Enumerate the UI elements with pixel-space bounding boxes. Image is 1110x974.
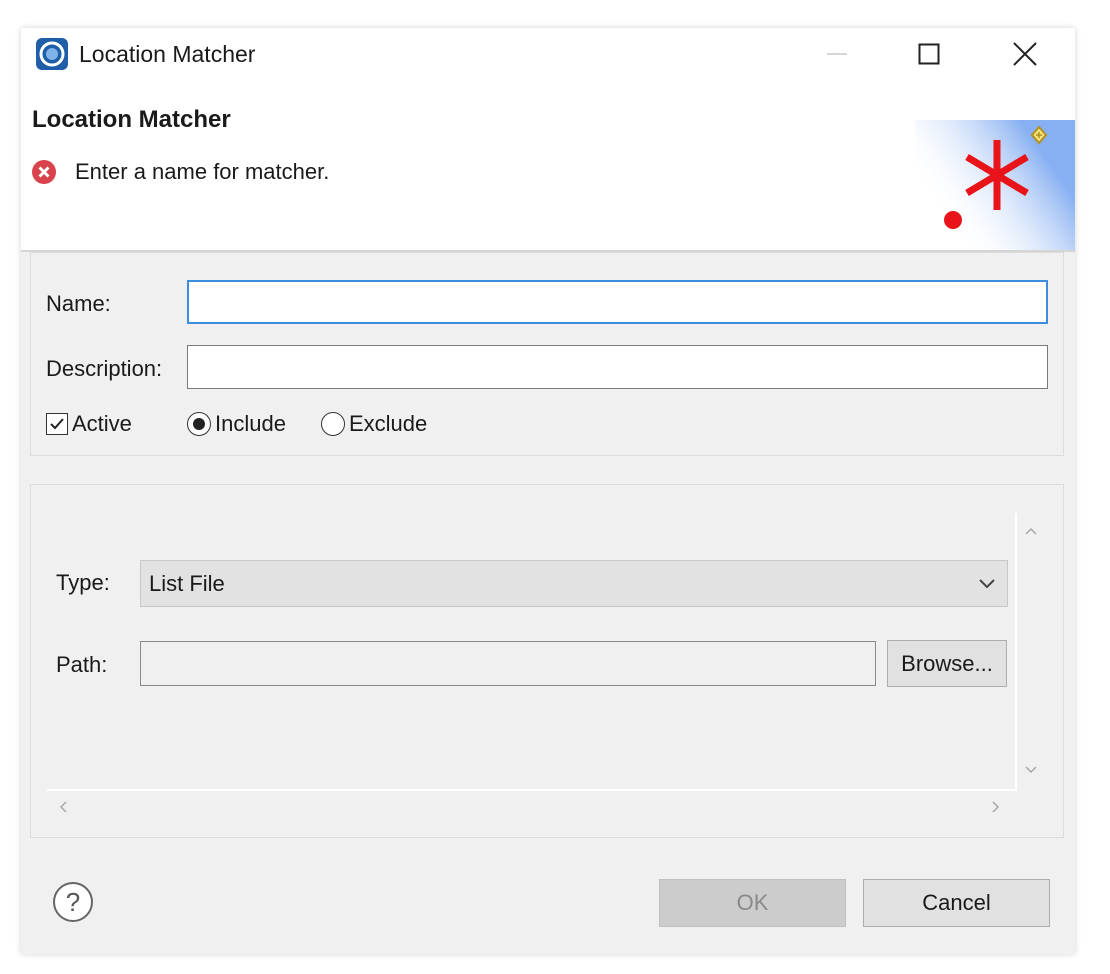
- help-icon[interactable]: ?: [51, 880, 95, 924]
- header-message: Enter a name for matcher.: [75, 159, 330, 184]
- radio-selected-dot: [193, 418, 205, 430]
- scroll-down-icon[interactable]: [1021, 760, 1041, 780]
- header-message-row: Enter a name for matcher.: [31, 156, 329, 188]
- type-select-value: List File: [149, 571, 225, 596]
- ok-button[interactable]: OK: [659, 879, 846, 927]
- path-label: Path:: [56, 652, 108, 677]
- maximize-icon: [918, 43, 940, 65]
- close-icon: [1013, 42, 1037, 66]
- general-group: Name: Description: Active Include Exclud…: [30, 252, 1064, 456]
- cancel-button[interactable]: Cancel: [863, 879, 1050, 927]
- app-icon: [36, 38, 68, 70]
- exclude-radio-circle[interactable]: [321, 412, 345, 436]
- checkmark-icon: [50, 418, 64, 430]
- name-field[interactable]: [187, 280, 1048, 324]
- minimize-button[interactable]: [791, 28, 883, 80]
- path-field[interactable]: [140, 641, 876, 686]
- scroll-left-icon[interactable]: [53, 797, 73, 817]
- dialog-header: Location Matcher Enter a name for matche…: [21, 80, 1075, 252]
- type-label: Type:: [56, 570, 110, 595]
- exclude-label: Exclude: [349, 411, 428, 436]
- checkbox-box[interactable]: [46, 413, 68, 435]
- error-icon: [32, 160, 56, 184]
- minimize-icon: [827, 53, 847, 55]
- dialog-window: Location Matcher Location Matcher Enter …: [21, 28, 1075, 954]
- browse-button[interactable]: Browse...: [887, 640, 1007, 687]
- include-radio-circle[interactable]: [187, 412, 211, 436]
- scroll-right-icon[interactable]: [986, 797, 1006, 817]
- maximize-button[interactable]: [883, 28, 975, 80]
- svg-text:?: ?: [66, 887, 80, 917]
- title-bar[interactable]: Location Matcher: [21, 28, 1075, 80]
- description-label: Description:: [46, 356, 163, 381]
- chevron-down-icon: [979, 579, 995, 589]
- exclude-radio[interactable]: Exclude: [321, 411, 427, 437]
- name-label: Name:: [46, 291, 111, 316]
- window-title: Location Matcher: [79, 41, 256, 67]
- matcher-scroll-panel[interactable]: Type: List File Path: Browse...: [47, 513, 1017, 791]
- close-button[interactable]: [979, 28, 1071, 80]
- scroll-up-icon[interactable]: [1021, 521, 1041, 541]
- include-label: Include: [215, 411, 286, 436]
- description-field[interactable]: [187, 345, 1048, 389]
- active-label: Active: [72, 411, 132, 436]
- matcher-group: Type: List File Path: Browse...: [30, 484, 1064, 838]
- include-radio[interactable]: Include: [187, 411, 286, 437]
- wizard-banner-icon: [915, 120, 1075, 250]
- header-title: Location Matcher: [32, 106, 231, 133]
- type-select[interactable]: List File: [140, 560, 1008, 607]
- active-checkbox[interactable]: Active: [46, 411, 132, 437]
